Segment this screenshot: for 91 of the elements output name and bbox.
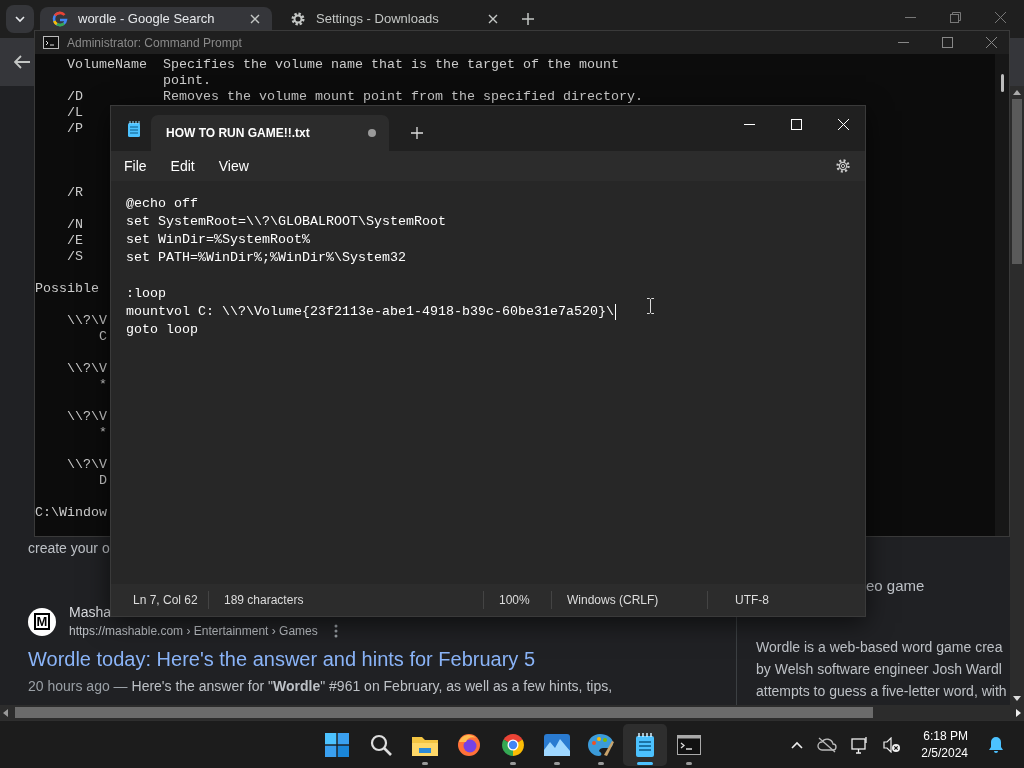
tab-list-button[interactable]	[6, 5, 34, 33]
console-text: *	[99, 377, 107, 393]
panel-text: by Welsh software engineer Josh Wardl	[756, 660, 1003, 679]
console-text: *	[99, 425, 107, 441]
panel-text: Wordle is a web-based word game crea	[756, 638, 1004, 657]
muted-speaker-icon[interactable]	[883, 736, 902, 753]
console-text: \\?\V	[67, 361, 107, 377]
settings-icon[interactable]	[835, 158, 851, 174]
console-text: C	[99, 329, 107, 345]
status-text: 100%	[483, 591, 551, 609]
site-name: Masha	[69, 604, 113, 620]
scrollbar[interactable]	[1010, 86, 1024, 705]
panel-subtitle: eo game	[866, 577, 926, 595]
terminal-icon	[43, 36, 59, 49]
panel-text: attempts to guess a five-letter word, with	[756, 682, 1008, 701]
chevron-down-icon	[14, 13, 26, 25]
scroll-thumb[interactable]	[1000, 74, 1004, 92]
console-text: C:\Window	[35, 505, 107, 520]
back-icon[interactable]	[14, 55, 30, 69]
console-text: \\?\V	[67, 313, 107, 329]
network-icon[interactable]	[851, 735, 870, 754]
notepad-icon	[127, 121, 141, 137]
site-favicon: M	[28, 607, 56, 636]
bell-icon[interactable]	[988, 735, 1004, 754]
browser-tab[interactable]: Settings - Downloads	[278, 7, 510, 30]
option-name: /P	[67, 121, 83, 137]
option-name: /L	[67, 105, 83, 121]
status-text: Windows (CRLF)	[551, 591, 707, 609]
notepad-icon	[635, 732, 655, 757]
window-title: Administrator: Command Prompt	[67, 35, 242, 50]
console-text: \\?\V	[67, 457, 107, 473]
taskbar-button[interactable]	[623, 723, 667, 766]
status-text: 189 characters	[208, 591, 483, 609]
option-description: Removes the volume mount point from the specified directory.	[163, 89, 643, 105]
option-name: /S	[67, 249, 83, 265]
search-icon	[370, 733, 392, 756]
code-line: goto loop	[126, 321, 198, 339]
status-text: UTF-8	[707, 591, 769, 609]
more-icon[interactable]	[333, 624, 338, 638]
console-text: D	[99, 473, 107, 489]
scroll-up-icon[interactable]	[1013, 90, 1021, 95]
scroll-down-icon[interactable]	[1013, 696, 1021, 701]
scrollbar[interactable]	[0, 705, 1024, 720]
result-snippet: create your o	[28, 539, 111, 557]
status-text: Ln 7, Col 62	[132, 592, 199, 609]
result-url: https://mashable.com › Entertainment › Games	[69, 623, 318, 639]
option-name: /R	[67, 185, 83, 201]
console-text: Possible	[35, 281, 99, 296]
result-snippet: Here's the answer for "Wordle" #961 on February, as well as a few hints, tips,	[131, 678, 613, 694]
code-line: set PATH=%WinDir%;%WinDir%\System32	[126, 249, 406, 267]
cloud-off-icon[interactable]	[817, 736, 838, 753]
chevron-up-icon[interactable]	[791, 740, 804, 749]
menu-item[interactable]: View	[209, 154, 258, 178]
settings-icon	[290, 10, 306, 27]
option-description: Specifies the volume name that is the target of the mount	[163, 57, 619, 73]
scroll-thumb[interactable]	[15, 707, 873, 718]
code-line: set WinDir=%SystemRoot%	[126, 231, 310, 249]
code-line: mountvol C: \\?\Volume{23f2113e-abe1-4918-b39c-60be31e7a520}\	[126, 303, 614, 321]
result-link[interactable]: Wordle today: Here's the answer and hints for February 5	[28, 646, 536, 672]
browser-tab[interactable]: wordle - Google Search	[40, 7, 272, 30]
result-date: 20 hours ago —	[28, 678, 128, 694]
browser-icon	[501, 732, 525, 757]
option-name: /E	[67, 233, 83, 249]
menu-item[interactable]: Edit	[161, 154, 204, 178]
scroll-left-icon[interactable]	[3, 708, 8, 717]
option-name: VolumeName	[67, 57, 147, 73]
scroll-thumb[interactable]	[1012, 99, 1022, 264]
terminal-icon	[677, 734, 701, 755]
close-icon[interactable]	[250, 13, 260, 24]
code-line: set SystemRoot=\\?\GLOBALROOT\SystemRoot	[126, 213, 446, 231]
text-cursor-icon	[647, 298, 654, 314]
option-name: /D	[67, 89, 83, 105]
menu-item[interactable]: File	[115, 154, 156, 178]
new-tab-icon[interactable]	[522, 13, 534, 25]
g-logo-icon	[52, 10, 68, 27]
option-description: point.	[163, 73, 211, 89]
browser-icon	[457, 732, 481, 757]
grid-icon	[325, 732, 349, 757]
close-icon[interactable]	[488, 13, 498, 24]
photo-icon	[544, 733, 570, 756]
new-tab-icon[interactable]	[411, 127, 423, 139]
palette-icon	[588, 732, 614, 757]
scroll-right-icon[interactable]	[1016, 708, 1021, 717]
console-text: \\?\V	[67, 409, 107, 425]
file-tab[interactable]: HOW TO RUN GAME!!.txt	[151, 115, 389, 151]
code-line: :loop	[126, 285, 166, 303]
clock-time[interactable]: 6:18 PM	[923, 727, 968, 745]
code-line: @echo off	[126, 195, 198, 213]
option-name: /N	[67, 217, 83, 233]
scrollbar[interactable]	[995, 54, 1009, 536]
clock-date[interactable]: 2/5/2024	[921, 744, 968, 762]
